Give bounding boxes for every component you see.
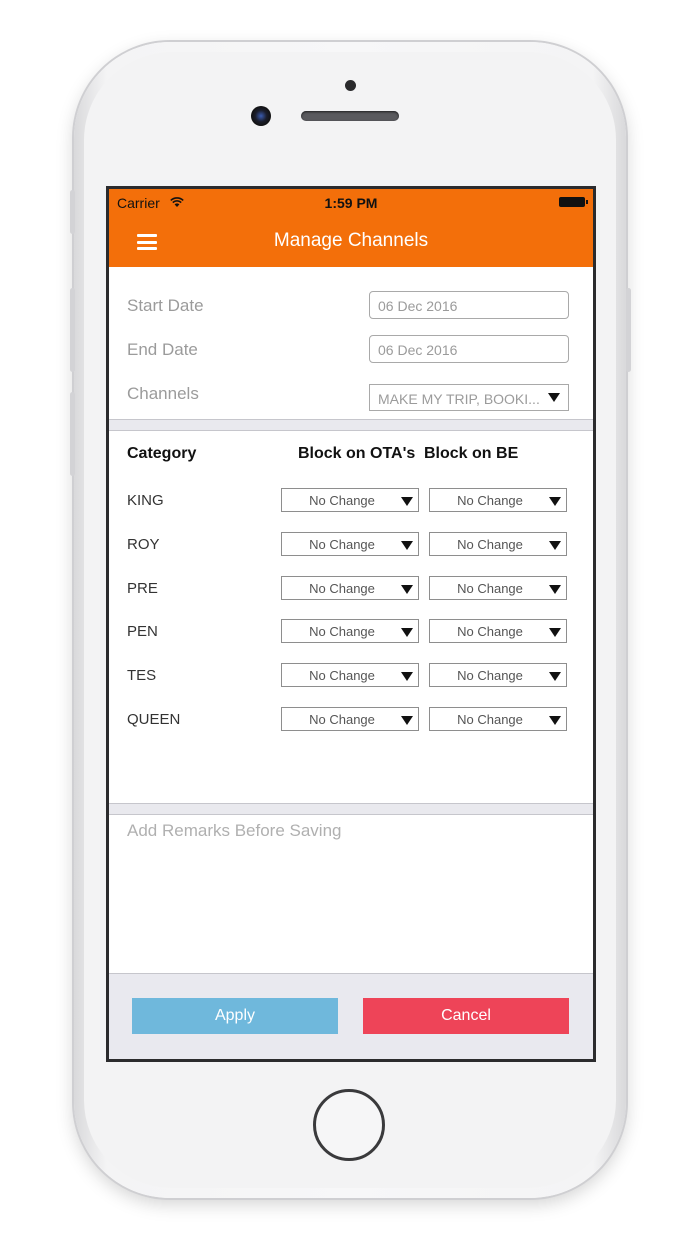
chevron-down-icon	[549, 672, 561, 681]
front-camera	[251, 106, 271, 126]
ota-select[interactable]: No Change	[281, 707, 419, 731]
action-footer: Apply Cancel	[109, 973, 593, 1059]
channels-select[interactable]: MAKE MY TRIP, BOOKI...	[369, 384, 569, 411]
be-select[interactable]: No Change	[429, 488, 567, 512]
chevron-down-icon	[549, 628, 561, 637]
end-date-label: End Date	[127, 340, 198, 359]
ota-select[interactable]: No Change	[281, 576, 419, 600]
chevron-down-icon	[549, 541, 561, 550]
chevron-down-icon	[401, 541, 413, 550]
ota-select[interactable]: No Change	[281, 488, 419, 512]
chevron-down-icon	[401, 628, 413, 637]
ota-select-value: No Change	[309, 712, 375, 727]
start-date-field[interactable]: 06 Dec 2016	[369, 291, 569, 319]
chevron-down-icon	[549, 497, 561, 506]
app-screen: Carrier 1:59 PM Manage Channels Start Da…	[109, 189, 593, 1059]
be-header: Block on BE	[424, 445, 519, 462]
ota-select-value: No Change	[309, 668, 375, 683]
category-label: KING	[127, 492, 164, 509]
category-label: PRE	[127, 580, 158, 597]
ota-select[interactable]: No Change	[281, 663, 419, 687]
volume-down-button	[70, 392, 75, 476]
battery-icon	[559, 197, 588, 207]
be-select[interactable]: No Change	[429, 619, 567, 643]
be-select[interactable]: No Change	[429, 576, 567, 600]
status-time: 1:59 PM	[324, 195, 378, 211]
be-select[interactable]: No Change	[429, 532, 567, 556]
phone-screen: Carrier 1:59 PM Manage Channels Start Da…	[106, 186, 596, 1062]
ota-select-value: No Change	[309, 624, 375, 639]
ota-select-value: No Change	[309, 537, 375, 552]
ota-header: Block on OTA's	[298, 445, 416, 462]
be-select-value: No Change	[457, 537, 523, 552]
ota-select-value: No Change	[309, 493, 375, 508]
be-select-value: No Change	[457, 668, 523, 683]
chevron-down-icon	[401, 585, 413, 594]
cancel-button[interactable]: Cancel	[363, 998, 569, 1034]
be-select-value: No Change	[457, 493, 523, 508]
apply-button[interactable]: Apply	[132, 998, 338, 1034]
start-date-label: Start Date	[127, 296, 204, 315]
category-label: QUEEN	[127, 711, 181, 728]
volume-up-button	[70, 288, 75, 372]
chevron-down-icon	[401, 497, 413, 506]
power-button	[626, 288, 631, 372]
be-select-value: No Change	[457, 712, 523, 727]
be-select[interactable]: No Change	[429, 663, 567, 687]
section-divider	[109, 419, 593, 431]
proximity-sensor	[345, 80, 356, 91]
home-button[interactable]	[313, 1089, 385, 1161]
end-date-field[interactable]: 06 Dec 2016	[369, 335, 569, 363]
earpiece-speaker	[301, 111, 399, 121]
mute-switch	[70, 190, 75, 234]
ota-select[interactable]: No Change	[281, 619, 419, 643]
channels-select-value: MAKE MY TRIP, BOOKI...	[378, 391, 540, 407]
category-label: TES	[127, 667, 157, 684]
category-label: PEN	[127, 623, 158, 640]
chevron-down-icon	[549, 585, 561, 594]
be-select-value: No Change	[457, 581, 523, 596]
remarks-input[interactable]: Add Remarks Before Saving	[127, 821, 342, 841]
section-divider	[109, 803, 593, 815]
chevron-down-icon	[401, 672, 413, 681]
chevron-down-icon	[549, 716, 561, 725]
be-select[interactable]: No Change	[429, 707, 567, 731]
category-label: ROY	[127, 536, 160, 553]
status-bar: Carrier 1:59 PM	[109, 189, 593, 215]
page-title: Manage Channels	[273, 230, 429, 251]
be-select-value: No Change	[457, 624, 523, 639]
ota-select[interactable]: No Change	[281, 532, 419, 556]
ota-select-value: No Change	[309, 581, 375, 596]
nav-bar: Manage Channels	[109, 215, 593, 267]
category-header: Category	[127, 445, 197, 462]
chevron-down-icon	[401, 716, 413, 725]
channels-label: Channels	[127, 384, 199, 403]
chevron-down-icon	[548, 393, 560, 402]
